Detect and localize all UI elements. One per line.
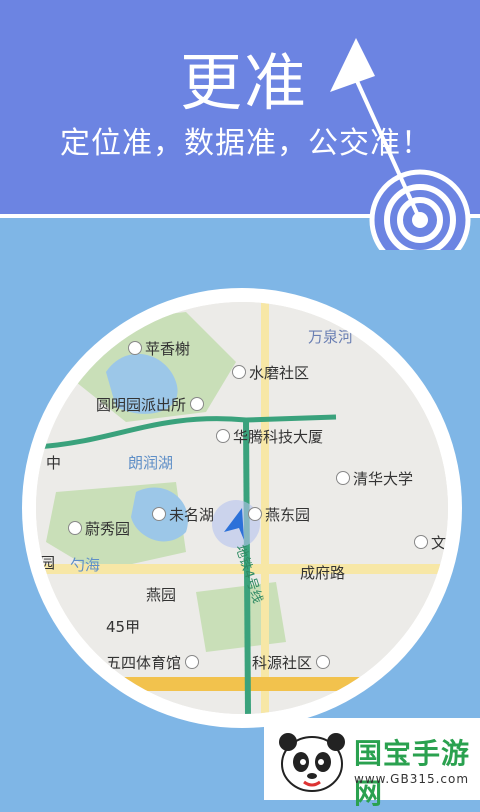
poi-yuan: 园 (40, 554, 56, 572)
poi-zhong: 中 (46, 454, 62, 472)
poi-pingxiangxie[interactable]: 苹香榭 (128, 338, 190, 359)
map-view[interactable]: 苹香榭 万泉河 水磨社区 圆明园派出所 华腾科技大厦 中 朗润湖 清华大学 蔚秀… (22, 288, 462, 728)
poi-yuanmingyuan-police[interactable]: 圆明园派出所 (96, 394, 207, 415)
poi-weiminghu[interactable]: 未名湖 (152, 504, 214, 525)
poi-huateng-building[interactable]: 华腾科技大厦 (216, 426, 323, 447)
poi-langrunhu: 朗润湖 (128, 454, 174, 472)
target-icon (330, 38, 471, 250)
map-canvas[interactable]: 苹香榭 万泉河 水磨社区 圆明园派出所 华腾科技大厦 中 朗润湖 清华大学 蔚秀… (36, 302, 448, 714)
poi-yanyuan: 燕园 (146, 586, 177, 604)
poi-45jia: 45甲 (106, 618, 141, 636)
poi-wusi-gym[interactable]: 五四体育馆 (106, 652, 202, 673)
poi-keyuan-community[interactable]: 科源社区 (252, 652, 333, 673)
poi-shuimo-community[interactable]: 水磨社区 (232, 362, 309, 383)
poi-tsinghua[interactable]: 清华大学 (336, 468, 413, 489)
poi-shaohai: 勺海 (70, 556, 101, 574)
poi-yandongyuan[interactable]: 燕东园 (248, 504, 310, 525)
poi-chengfu-road: 成府路 (300, 564, 346, 582)
panda-icon (279, 733, 345, 792)
poi-wanquanhe: 万泉河 (308, 328, 354, 346)
poi-wen: 文 (414, 532, 446, 553)
watermark-url: www.GB315.com (354, 772, 470, 786)
headline: 更准 (180, 46, 309, 119)
poi-weixiuyuan[interactable]: 蔚秀园 (68, 518, 130, 539)
watermark: 国宝手游网 www.GB315.com (264, 718, 480, 810)
